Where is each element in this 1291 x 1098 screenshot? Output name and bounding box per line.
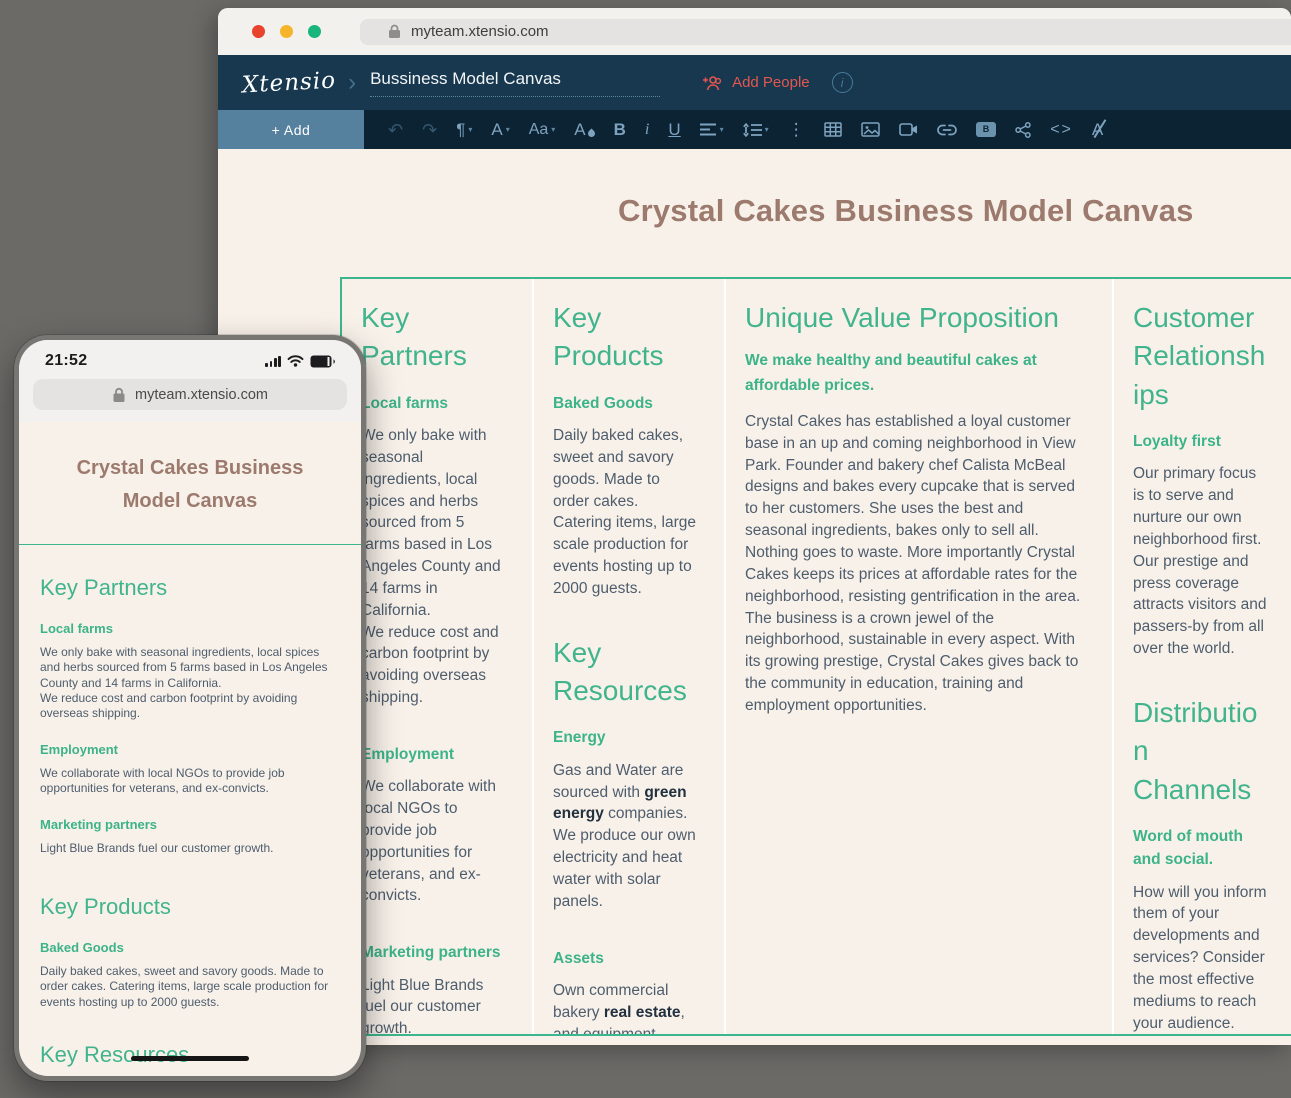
subheading-local-farms[interactable]: Local farms [361, 392, 506, 415]
body-loyalty-first[interactable]: Our primary focus is to serve and nurtur… [1133, 463, 1267, 660]
spellcheck-icon[interactable]: A [1092, 121, 1103, 138]
share-icon[interactable] [1015, 122, 1031, 138]
section-heading-distribution-channels[interactable]: Distribution Channels [1133, 694, 1267, 809]
font-size-icon[interactable]: Aa▾ [529, 122, 556, 138]
lock-icon [388, 24, 401, 39]
business-model-canvas-table: Key Partners Local farms We only bake wi… [340, 277, 1291, 1036]
app-header: Xtensio › Bussiness Model Canvas Add Peo… [218, 55, 1291, 110]
redo-icon[interactable]: ↷ [422, 121, 437, 139]
phone-body-marketing-partners: Light Blue Brands fuel our customer grow… [40, 841, 340, 856]
url-text: myteam.xtensio.com [411, 23, 549, 40]
section-heading-key-partners[interactable]: Key Partners [361, 299, 506, 376]
insert-link-icon[interactable] [937, 124, 957, 136]
body-marketing-partners[interactable]: Light Blue Brands fuel our customer grow… [361, 975, 506, 1035]
body-local-farms[interactable]: We only bake with seasonal ingredients, … [361, 425, 506, 709]
browser-window: myteam.xtensio.com Xtensio › Bussiness M… [218, 8, 1291, 1045]
breadcrumb-chevron: › [348, 71, 356, 95]
formatting-tools: ↶ ↷ ¶▾ A▾ Aa▾ A B i U ▾ ▾ ⋮ [364, 110, 1291, 149]
lock-icon [112, 387, 126, 403]
desktop-backdrop: myteam.xtensio.com Xtensio › Bussiness M… [0, 0, 1291, 1098]
phone-body-baked-goods: Daily baked cakes, sweet and savory good… [40, 964, 340, 1010]
column-key-products: Key Products Baked Goods Daily baked cak… [532, 279, 724, 1034]
add-people-label: Add People [732, 74, 810, 91]
insert-video-icon[interactable] [899, 123, 918, 136]
phone-overlay: 21:52 my [14, 335, 366, 1081]
phone-heading-key-resources: Key Resources [40, 1042, 340, 1068]
add-person-icon [702, 75, 724, 91]
phone-address-bar[interactable]: myteam.xtensio.com [19, 372, 361, 422]
wifi-icon [287, 355, 304, 367]
body-employment[interactable]: We collaborate with local NGOs to provid… [361, 776, 506, 907]
section-heading-customer-relationships[interactable]: Customer Relationships [1133, 299, 1267, 414]
phone-page-content: Crystal Cakes Business Model Canvas Key … [19, 422, 361, 1076]
phone-heading-key-products: Key Products [40, 894, 340, 920]
phone-url-text: myteam.xtensio.com [135, 387, 268, 403]
italic-icon[interactable]: i [645, 122, 649, 138]
phone-subheading-marketing-partners: Marketing partners [40, 817, 340, 832]
phone-heading-key-partners: Key Partners [40, 575, 340, 601]
battery-icon [310, 355, 337, 368]
uvp-lead[interactable]: We make healthy and beautiful cakes at a… [745, 349, 1086, 399]
browser-chrome: myteam.xtensio.com [218, 8, 1291, 55]
add-people-button[interactable]: Add People [702, 74, 810, 91]
page-title[interactable]: Crystal Cakes Business Model Canvas [618, 193, 1194, 229]
paragraph-style-icon[interactable]: ¶▾ [456, 121, 472, 138]
insert-table-icon[interactable] [824, 122, 842, 137]
body-assets[interactable]: Own commercial bakery real estate, and e… [553, 980, 698, 1034]
section-heading-uvp[interactable]: Unique Value Proposition [745, 299, 1086, 337]
column-customer-relationships: Customer Relationships Loyalty first Our… [1112, 279, 1291, 1034]
section-heading-key-resources[interactable]: Key Resources [553, 634, 698, 711]
embed-code-icon[interactable]: <> [1050, 122, 1073, 138]
text-color-icon[interactable]: A [574, 121, 594, 138]
body-word-of-mouth[interactable]: How will you inform them of your develop… [1133, 882, 1267, 1035]
line-spacing-icon[interactable]: ▾ [743, 123, 769, 137]
subheading-baked-goods[interactable]: Baked Goods [553, 392, 698, 415]
info-icon[interactable]: i [832, 72, 853, 93]
phone-subheading-employment: Employment [40, 742, 340, 757]
subheading-employment[interactable]: Employment [361, 743, 506, 766]
bold-icon[interactable]: B [614, 121, 626, 138]
phone-subheading-baked-goods: Baked Goods [40, 940, 340, 955]
document-canvas: Crystal Cakes Business Model Canvas Key … [218, 149, 1291, 1045]
phone-status-bar: 21:52 [19, 340, 361, 372]
phone-clock: 21:52 [45, 352, 87, 370]
cellular-signal-icon [265, 356, 281, 367]
address-bar[interactable]: myteam.xtensio.com [360, 19, 1291, 45]
document-title-input[interactable]: Bussiness Model Canvas [370, 69, 660, 97]
phone-screen: 21:52 my [19, 340, 361, 1076]
phone-page-title: Crystal Cakes Business Model Canvas [56, 452, 324, 518]
body-baked-goods[interactable]: Daily baked cakes, sweet and savory good… [553, 425, 698, 600]
insert-button-icon[interactable]: B [976, 122, 997, 137]
column-key-partners: Key Partners Local farms We only bake wi… [342, 279, 532, 1034]
column-unique-value-proposition: Unique Value Proposition We make healthy… [724, 279, 1112, 1034]
color-droplet-icon [586, 129, 596, 139]
font-family-icon[interactable]: A▾ [491, 121, 509, 138]
zoom-window-button[interactable] [308, 25, 321, 38]
home-indicator[interactable] [131, 1056, 249, 1061]
minimize-window-button[interactable] [280, 25, 293, 38]
section-heading-key-products[interactable]: Key Products [553, 299, 698, 376]
subheading-word-of-mouth[interactable]: Word of mouth and social. [1133, 825, 1267, 872]
phone-body-employment: We collaborate with local NGOs to provid… [40, 766, 340, 797]
subheading-loyalty-first[interactable]: Loyalty first [1133, 430, 1267, 453]
editor-toolbar: + Add ↶ ↷ ¶▾ A▾ Aa▾ A B i U ▾ ▾ ⋮ [218, 110, 1291, 149]
xtensio-logo[interactable]: Xtensio [241, 67, 336, 98]
subheading-assets[interactable]: Assets [553, 947, 698, 970]
subheading-marketing-partners[interactable]: Marketing partners [361, 941, 506, 964]
canvas-top-border [19, 544, 361, 545]
phone-body-local-farms: We only bake with seasonal ingredients, … [40, 645, 340, 722]
uvp-body[interactable]: Crystal Cakes has established a loyal cu… [745, 411, 1086, 717]
underline-icon[interactable]: U [668, 121, 680, 138]
insert-image-icon[interactable] [861, 122, 880, 137]
phone-subheading-local-farms: Local farms [40, 621, 340, 636]
close-window-button[interactable] [252, 25, 265, 38]
align-icon[interactable]: ▾ [700, 123, 724, 136]
more-options-icon[interactable]: ⋮ [788, 121, 805, 138]
add-content-button[interactable]: + Add [218, 110, 364, 149]
body-energy[interactable]: Gas and Water are sourced with green ene… [553, 760, 698, 913]
subheading-energy[interactable]: Energy [553, 726, 698, 749]
undo-icon[interactable]: ↶ [388, 121, 403, 139]
